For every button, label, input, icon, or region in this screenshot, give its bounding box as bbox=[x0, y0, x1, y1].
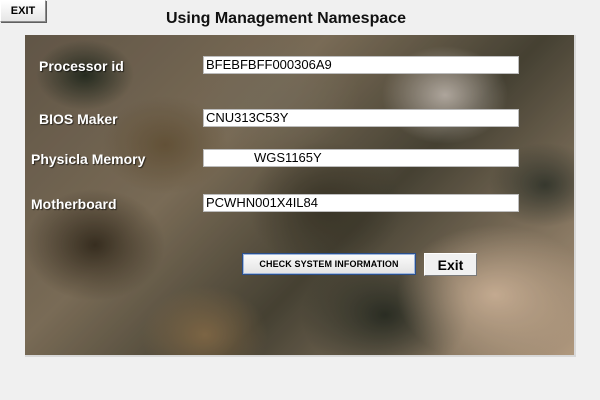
motherboard-field[interactable]: PCWHN001X4IL84 bbox=[203, 194, 519, 212]
processor-id-field[interactable]: BFEBFBFF000306A9 bbox=[203, 56, 519, 74]
processor-id-label: Processor id bbox=[39, 58, 124, 74]
physical-memory-field[interactable]: WGS1165Y bbox=[203, 149, 519, 167]
exit-button[interactable]: Exit bbox=[424, 253, 477, 276]
bios-maker-label: BIOS Maker bbox=[39, 111, 118, 127]
bios-maker-field[interactable]: CNU313C53Y bbox=[203, 109, 519, 127]
check-system-information-button[interactable]: CHECK SYSTEM INFORMATION bbox=[242, 253, 416, 275]
window-title: Using Management Namespace bbox=[165, 10, 407, 27]
motherboard-label: Motherboard bbox=[31, 196, 117, 212]
info-panel: Processor id BFEBFBFF000306A9 BIOS Maker… bbox=[25, 35, 576, 357]
physical-memory-label: Physicla Memory bbox=[31, 151, 146, 167]
